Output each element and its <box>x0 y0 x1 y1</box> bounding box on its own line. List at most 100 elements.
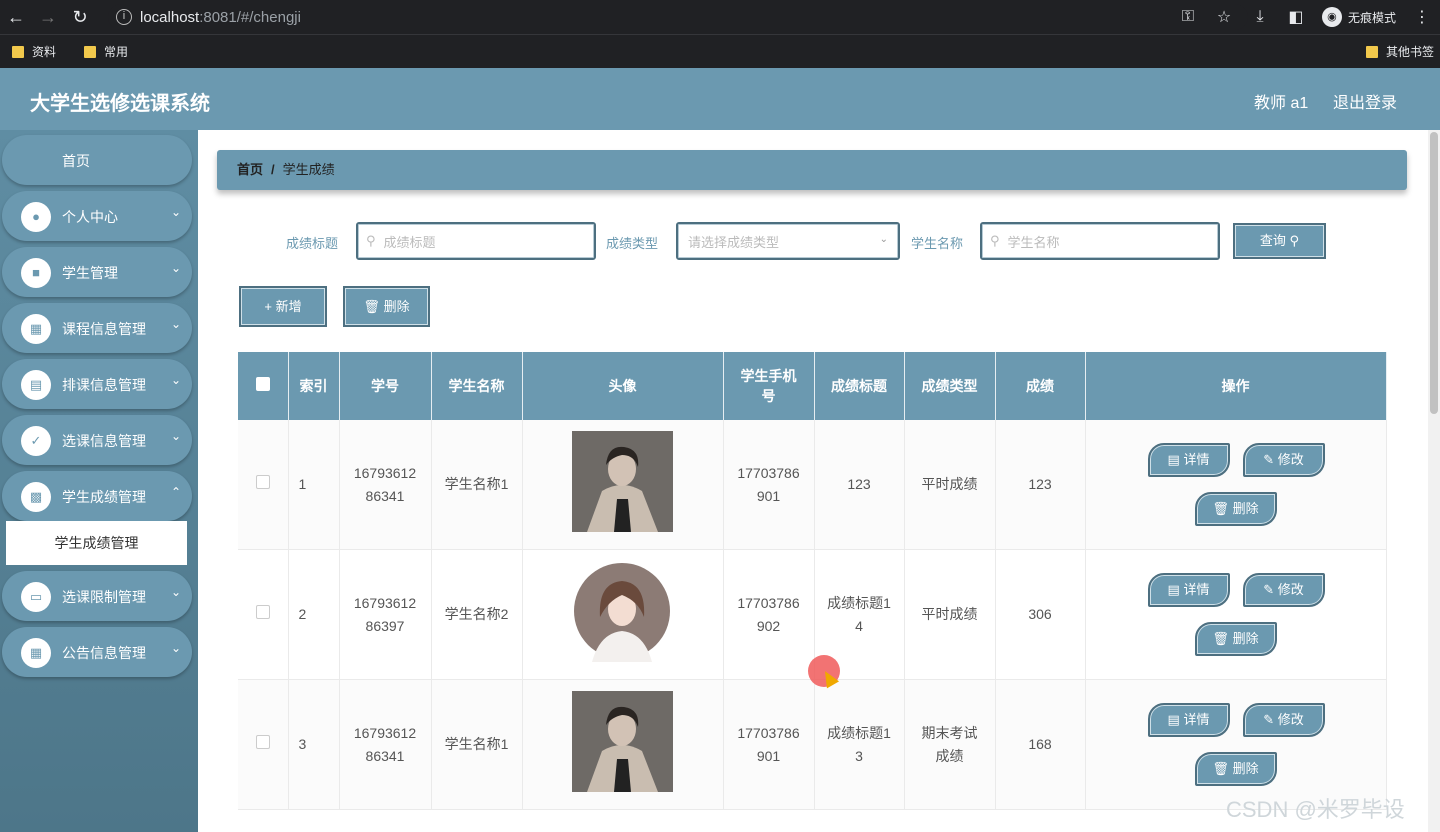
chevron-down-icon: ⌄ <box>170 373 181 387</box>
student-name-placeholder: 学生名称 <box>1007 234 1060 250</box>
detail-button[interactable]: ▤ 详情 <box>1147 443 1230 477</box>
browser-toolbar: ← → ↻ i localhost:8081/#/chengji ⚿ ☆ ⤓ ◧… <box>0 0 1440 34</box>
row-checkbox-cell <box>238 420 289 550</box>
sidebar-item-courses[interactable]: ▦ 课程信息管理 ⌄ <box>2 303 192 353</box>
chevron-up-icon: ⌃ <box>170 485 181 499</box>
incognito-badge[interactable]: ◉ 无痕模式 <box>1321 7 1396 27</box>
edit-button[interactable]: ✎ 修改 <box>1242 703 1325 737</box>
delete-button[interactable]: 🗑 删除 <box>1194 752 1277 786</box>
header-phone: 学生手机号 <box>723 352 815 420</box>
address-bar[interactable]: i localhost:8081/#/chengji <box>108 4 1248 30</box>
chevron-down-icon: ⌄ <box>170 261 181 275</box>
trash-icon: 🗑 <box>1212 501 1229 516</box>
search-button[interactable]: 查询 ⚲ <box>1233 223 1326 259</box>
document-icon: ▤ <box>1167 712 1180 727</box>
sidebar-item-label: 个人中心 <box>62 209 118 225</box>
grade-type-text: 平时成绩 <box>921 606 978 622</box>
row-checkbox[interactable] <box>255 475 270 489</box>
cell-actions: ▤ 详情 ✎ 修改 🗑 删除 <box>1085 549 1387 680</box>
forward-arrow-icon[interactable]: → <box>32 0 64 34</box>
reload-icon[interactable]: ↻ <box>64 0 96 34</box>
student-name-input[interactable]: ⚲ 学生名称 <box>980 222 1220 260</box>
download-icon[interactable]: ⤓ <box>1242 8 1278 26</box>
breadcrumb-home[interactable]: 首页 <box>237 162 263 177</box>
sidebar-item-schedule[interactable]: ▤ 排课信息管理 ⌄ <box>2 359 192 409</box>
edit-icon: ✎ <box>1263 712 1275 727</box>
cell-grade-title: 成绩标题13 <box>814 679 905 810</box>
avatar-male-photo[interactable] <box>572 690 673 792</box>
search-icon: ⚲ <box>1289 233 1300 248</box>
row-checkbox[interactable] <box>255 735 270 749</box>
grid-icon: ▦ <box>21 638 51 668</box>
delete-button[interactable]: 🗑 删除 <box>1194 622 1277 656</box>
sidebar-item-label: 课程信息管理 <box>62 321 146 337</box>
sidebar-item-profile[interactable]: ● 个人中心 ⌄ <box>2 191 192 241</box>
back-arrow-icon[interactable]: ← <box>0 0 32 34</box>
cell-actions: ▤ 详情 ✎ 修改 🗑 删除 <box>1085 679 1387 810</box>
delete-button[interactable]: 🗑 删除 <box>1194 492 1277 526</box>
header-index: 索引 <box>288 352 340 420</box>
detail-button[interactable]: ▤ 详情 <box>1147 703 1230 737</box>
bulk-delete-button[interactable]: 🗑 删除 <box>343 286 430 327</box>
sidebar-item-label: 排课信息管理 <box>62 377 146 393</box>
other-bookmarks-label: 其他书签 <box>1385 45 1434 59</box>
student-no-text: 1679361286341 <box>353 724 417 764</box>
row-checkbox[interactable] <box>255 605 270 619</box>
header-avatar: 头像 <box>522 352 724 420</box>
sidebar-item-selection[interactable]: ✓ 选课信息管理 ⌄ <box>2 415 192 465</box>
phone-text: 17703786901 <box>737 724 800 764</box>
monitor-icon: ▭ <box>21 582 51 612</box>
bookmark-folder-2[interactable]: 常用 <box>84 43 128 60</box>
sidebar-item-limits[interactable]: ▭ 选课限制管理 ⌄ <box>2 571 192 621</box>
grade-title-input[interactable]: ⚲ 成绩标题 <box>356 222 596 260</box>
sidebar-item-label: 首页 <box>62 153 90 169</box>
cell-student-no: 1679361286341 <box>339 679 432 810</box>
sidebar-item-label: 选课信息管理 <box>62 433 146 449</box>
key-icon[interactable]: ⚿ <box>1170 8 1206 26</box>
folder-icon <box>12 45 24 58</box>
add-button[interactable]: + 新增 <box>239 286 327 327</box>
cell-score: 168 <box>995 679 1086 810</box>
avatar-male-photo[interactable] <box>572 430 673 532</box>
star-icon[interactable]: ☆ <box>1206 7 1242 27</box>
trash-icon: 🗑 <box>1212 631 1229 646</box>
url-host: localhost <box>140 8 200 26</box>
filter-type-label: 成绩类型 <box>606 236 659 251</box>
cell-grade-type: 平时成绩 <box>904 420 996 550</box>
sidebar-item-grades[interactable]: ▩ 学生成绩管理 ⌃ <box>2 471 192 521</box>
sidebar-item-home[interactable]: 首页 <box>2 135 192 185</box>
chevron-down-icon: ⌄ <box>170 205 181 219</box>
edit-icon: ✎ <box>1263 582 1275 597</box>
sidebar-item-notices[interactable]: ▦ 公告信息管理 ⌄ <box>2 627 192 677</box>
grade-type-select[interactable]: 请选择成绩类型 ⌄ <box>676 222 900 260</box>
incognito-icon: ◉ <box>1321 7 1342 27</box>
grade-type-placeholder: 请选择成绩类型 <box>688 234 780 250</box>
select-all-checkbox[interactable] <box>255 377 270 391</box>
app-title: 大学生选修选课系统 <box>30 93 210 115</box>
sidebar-subitem-grade-management[interactable]: 学生成绩管理 <box>6 521 187 565</box>
sidebar-item-label: 学生成绩管理 <box>62 489 146 505</box>
bookmark-folder-1[interactable]: 资料 <box>12 43 56 60</box>
vertical-scrollbar[interactable] <box>1428 130 1440 832</box>
sidepanel-icon[interactable]: ◧ <box>1278 7 1314 27</box>
detail-button[interactable]: ▤ 详情 <box>1147 573 1230 607</box>
site-info-icon[interactable]: i <box>116 9 132 25</box>
grade-title-text: 123 <box>847 476 871 492</box>
menu-dots-icon[interactable]: ⋮ <box>1404 7 1440 27</box>
edit-button[interactable]: ✎ 修改 <box>1242 573 1325 607</box>
cell-score: 123 <box>995 420 1086 550</box>
grade-type-text: 平时成绩 <box>921 476 978 492</box>
avatar-female-illustration[interactable] <box>572 561 673 662</box>
bulk-delete-label: 删除 <box>383 299 410 314</box>
edit-label: 修改 <box>1277 452 1304 467</box>
edit-button[interactable]: ✎ 修改 <box>1242 443 1325 477</box>
filter-title-label: 成绩标题 <box>286 236 339 251</box>
scrollbar-thumb[interactable] <box>1430 132 1438 414</box>
other-bookmarks[interactable]: 其他书签 <box>1365 43 1434 60</box>
logout-link[interactable]: 退出登录 <box>1333 89 1397 113</box>
cell-phone: 17703786901 <box>723 420 815 550</box>
sidebar-item-students[interactable]: ■ 学生管理 ⌄ <box>2 247 192 297</box>
app-header: 大学生选修选课系统 教师 a1 退出登录 <box>0 68 1440 130</box>
row-checkbox-cell <box>238 549 289 680</box>
sidebar-item-label: 选课限制管理 <box>62 589 146 605</box>
